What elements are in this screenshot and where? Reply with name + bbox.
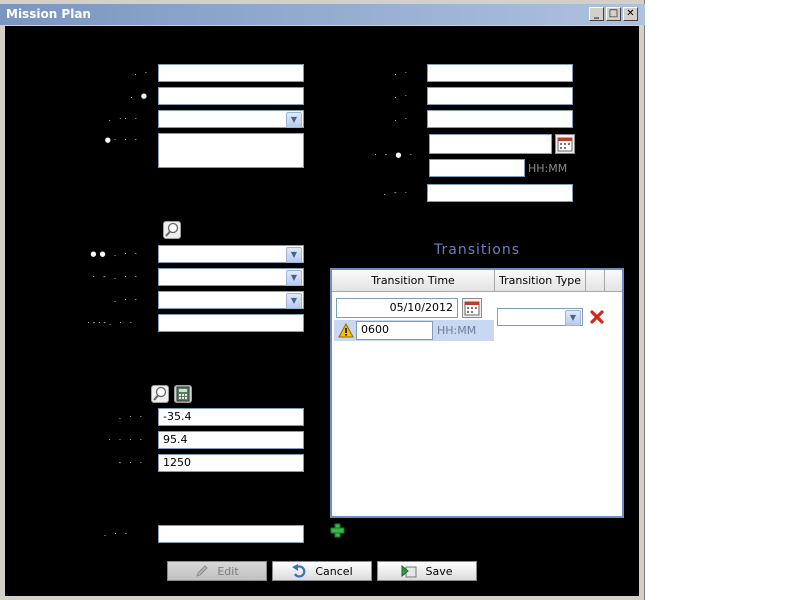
text-field-1[interactable] [158,64,304,82]
field-label: . · [394,115,410,123]
column-header-transition-time[interactable]: Transition Time [332,270,495,292]
select-field-1[interactable]: ▼ [158,110,304,128]
text-area-1[interactable] [158,133,304,168]
chevron-down-icon: ▼ [565,310,581,326]
transition-calendar-button[interactable] [462,298,482,318]
calendar-icon [557,137,573,152]
warning-icon [338,323,354,338]
coordinate-field-1[interactable]: -35.4 [158,408,304,426]
chevron-down-icon: ▼ [286,293,302,309]
save-button-label: Save [425,564,453,578]
transition-time-unit: HH:MM [437,324,477,337]
chevron-down-icon: ▼ [286,270,302,286]
column-header-empty [586,270,605,292]
time-field[interactable] [429,159,525,177]
text-field-3[interactable] [427,64,573,82]
text-field-6[interactable] [427,184,573,202]
field-label: . · [394,92,410,100]
chevron-down-icon: ▼ [286,112,302,128]
undo-icon [292,564,306,578]
maximize-button[interactable]: □ [606,7,621,21]
calendar-button[interactable] [555,134,575,154]
field-label: · - ● · [374,151,415,159]
coordinate-field-3[interactable]: 1250 [158,454,304,472]
select-field-3[interactable]: ▼ [158,268,304,286]
delete-icon[interactable] [589,309,605,325]
date-field[interactable] [429,134,552,154]
search-button[interactable] [163,221,181,239]
coordinate-field-2[interactable]: 95.4 [158,431,304,449]
text-field-8[interactable] [158,525,304,543]
field-label: . ·· · [108,115,140,123]
transitions-grid: Transition Time Transition Type 05/10/20… [330,268,624,518]
field-label: · - . · · [92,273,140,281]
transition-time-field[interactable]: 0600 [356,321,433,340]
time-unit-label: HH:MM [528,162,568,175]
transitions-title: Transitions [434,242,520,258]
add-icon[interactable] [330,523,345,538]
cancel-button[interactable]: Cancel [272,561,372,581]
text-field-2[interactable] [158,87,304,105]
field-label: . · [394,69,410,77]
field-label: . - · [383,189,410,197]
text-field-7[interactable] [158,314,304,332]
field-label: . · [134,69,150,77]
transition-type-select[interactable]: ▼ [497,308,583,326]
pencil-icon [196,565,209,577]
text-field-4[interactable] [427,87,573,105]
field-label: ·-·-. · · [87,319,135,327]
field-label: ●● . · · [90,250,140,258]
field-label: . ● [130,92,150,100]
magnifier-icon [165,222,179,237]
field-label: . · · [118,413,145,421]
calculator-icon [176,386,190,402]
save-icon [401,564,417,578]
column-header-transition-type[interactable]: Transition Type [495,270,586,292]
text-field-5[interactable] [427,110,573,128]
field-label: · · · · [108,436,145,444]
minimize-button[interactable]: _ [589,7,604,21]
close-button[interactable]: ✕ [623,7,638,21]
field-label: ●· · · [104,136,140,144]
field-label: - · · [118,459,145,467]
select-field-4[interactable]: ▼ [158,291,304,309]
field-label: . · · [113,296,140,304]
calendar-icon [464,301,480,316]
lookup-button[interactable] [151,385,169,403]
edit-button-label: Edit [217,564,239,578]
transition-date-field[interactable]: 05/10/2012 [336,298,458,318]
field-label: . · · [103,530,130,538]
chevron-down-icon: ▼ [286,247,302,263]
magnifier-icon [153,386,167,401]
window-title: Mission Plan [0,4,645,25]
save-button[interactable]: Save [377,561,477,581]
edit-button[interactable]: Edit [167,561,267,581]
cancel-button-label: Cancel [315,564,353,578]
calculator-button[interactable] [174,385,192,403]
select-field-2[interactable]: ▼ [158,245,304,263]
